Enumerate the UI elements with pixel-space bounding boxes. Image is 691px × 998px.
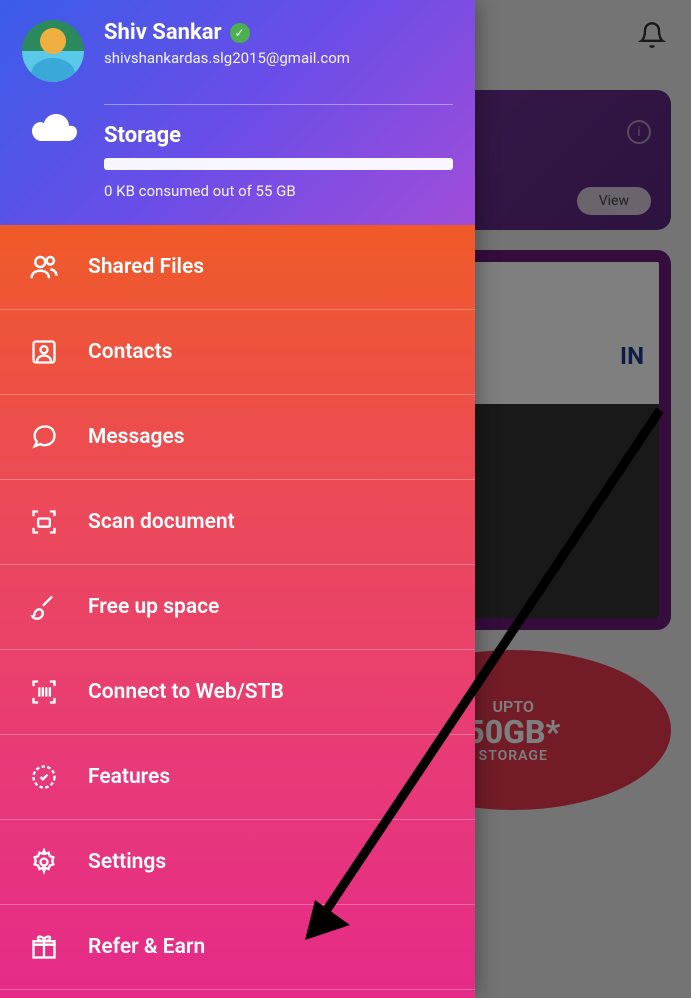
storage-progress-bar: [104, 158, 453, 170]
users-icon: [28, 251, 60, 283]
menu-label: Scan document: [88, 510, 235, 534]
verified-icon: ✓: [230, 23, 250, 43]
contact-icon: [28, 336, 60, 368]
menu-label: Contacts: [88, 340, 172, 364]
cloud-icon: [22, 104, 84, 148]
navigation-drawer: Shiv Sankar ✓ shivshankardas.slg2015@gma…: [0, 0, 475, 998]
menu-item-connect-web-stb[interactable]: Connect to Web/STB: [0, 650, 475, 735]
gear-icon: [28, 846, 60, 878]
menu-item-messages[interactable]: Messages: [0, 395, 475, 480]
menu-label: Refer & Earn: [88, 935, 205, 959]
menu-item-contacts[interactable]: Contacts: [0, 310, 475, 395]
menu-label: Features: [88, 765, 170, 789]
storage-title: Storage: [104, 123, 453, 148]
menu-item-refer-earn[interactable]: Refer & Earn: [0, 905, 475, 990]
menu-item-free-up-space[interactable]: Free up space: [0, 565, 475, 650]
menu-item-shared-files[interactable]: Shared Files: [0, 225, 475, 310]
brush-icon: [28, 591, 60, 623]
avatar[interactable]: [22, 20, 84, 82]
scan-icon: [28, 506, 60, 538]
menu-label: Free up space: [88, 595, 219, 619]
badge-icon: [28, 761, 60, 793]
message-icon: [28, 421, 60, 453]
menu-label: Settings: [88, 850, 166, 874]
menu-item-features[interactable]: Features: [0, 735, 475, 820]
barcode-icon: [28, 676, 60, 708]
menu-label: Messages: [88, 425, 185, 449]
drawer-header: Shiv Sankar ✓ shivshankardas.slg2015@gma…: [0, 0, 475, 225]
gift-icon: [28, 931, 60, 963]
menu-item-settings[interactable]: Settings: [0, 820, 475, 905]
menu-label: Shared Files: [88, 255, 204, 279]
storage-usage-text: 0 KB consumed out of 55 GB: [104, 182, 453, 200]
user-email: shivshankardas.slg2015@gmail.com: [104, 49, 453, 67]
drawer-menu: Shared Files Contacts Messages Scan docu…: [0, 225, 475, 998]
menu-label: Connect to Web/STB: [88, 680, 284, 704]
user-name: Shiv Sankar: [104, 20, 222, 45]
menu-item-scan-document[interactable]: Scan document: [0, 480, 475, 565]
